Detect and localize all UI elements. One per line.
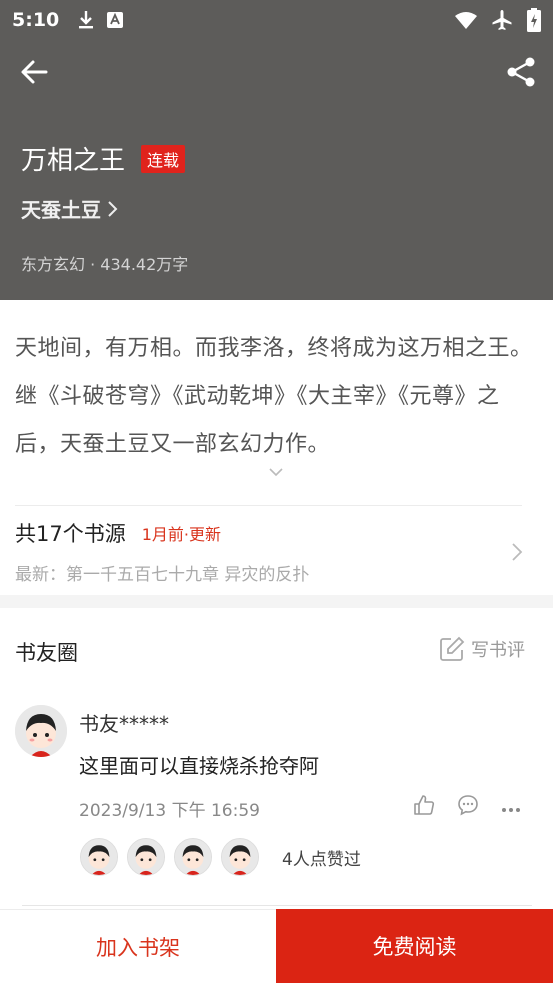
divider <box>15 505 522 506</box>
status-time: 5:10 <box>12 9 60 31</box>
sources-updated: 1月前·更新 <box>141 525 222 544</box>
more-dots-icon <box>502 807 520 812</box>
liker-avatar <box>127 838 165 876</box>
comment-username: 书友***** <box>79 712 169 736</box>
chevron-down-icon <box>269 468 283 477</box>
share-icon <box>507 57 535 87</box>
write-review-button[interactable]: 写书评 <box>439 636 525 662</box>
reader-circle-title: 书友圈 <box>15 641 78 665</box>
back-arrow-icon <box>21 60 48 84</box>
reply-button[interactable] <box>457 794 479 820</box>
wifi-icon <box>455 11 477 29</box>
comment-text: 这里面可以直接烧杀抢夺阿 <box>79 754 319 778</box>
title-row: 万相之王 连载 <box>21 140 186 177</box>
battery-charging-icon <box>527 8 541 32</box>
expand-synopsis-button[interactable] <box>268 462 284 481</box>
bottom-action-bar: 加入书架 免费阅读 <box>0 909 553 983</box>
book-meta: 东方玄幻 · 434.42万字 <box>21 251 188 275</box>
serial-status-badge: 连载 <box>141 144 186 173</box>
chevron-right-icon <box>512 543 523 561</box>
avatar-girl-icon <box>128 839 164 875</box>
book-synopsis: 天地间，有万相。而我李洛，终将成为这万相之王。继《斗破苍穹》《武动乾坤》《大主宰… <box>15 336 533 457</box>
chevron-right-icon <box>108 200 118 217</box>
write-review-label: 写书评 <box>471 640 525 661</box>
avatar-girl-icon <box>175 839 211 875</box>
download-icon <box>77 10 95 30</box>
like-button[interactable] <box>413 794 435 820</box>
app-notification-icon <box>107 12 124 28</box>
likes-count-label: 4人点赞过 <box>282 849 361 870</box>
avatar-girl-icon <box>81 839 117 875</box>
book-word-count: 434.42万字 <box>100 255 189 274</box>
book-header: 5:10 万相之王 连载 天蚕土豆 东方玄幻 · 434.42万字 <box>0 0 553 300</box>
comment-actions <box>413 794 521 820</box>
book-title: 万相之王 <box>21 146 126 176</box>
edit-icon <box>440 636 465 661</box>
share-button[interactable] <box>503 54 539 90</box>
status-bar: 5:10 <box>0 0 553 40</box>
more-options-button[interactable] <box>501 798 521 817</box>
avatar[interactable] <box>15 705 67 757</box>
free-read-button[interactable]: 免费阅读 <box>276 909 553 983</box>
liker-avatar <box>221 838 259 876</box>
author-link[interactable]: 天蚕土豆 <box>21 194 119 223</box>
meta-separator: · <box>90 255 96 274</box>
thumbs-up-icon <box>414 795 435 815</box>
avatar-girl-icon <box>222 839 258 875</box>
book-sources-row[interactable]: 共17个书源 1月前·更新 最新：第一千五百七十九章 异灾的反扑 <box>15 518 535 588</box>
book-genre: 东方玄幻 <box>21 255 86 274</box>
likers-row[interactable]: 4人点赞过 <box>80 838 361 876</box>
author-name: 天蚕土豆 <box>21 198 101 222</box>
comment-timestamp: 2023/9/13 下午 16:59 <box>79 801 260 821</box>
section-gap <box>0 595 553 608</box>
add-to-shelf-button[interactable]: 加入书架 <box>0 909 276 983</box>
divider <box>22 905 532 906</box>
liker-avatar <box>80 838 118 876</box>
liker-avatar <box>174 838 212 876</box>
latest-chapter: 最新：第一千五百七十九章 异灾的反扑 <box>15 565 310 585</box>
comment-bubble-icon <box>458 795 478 816</box>
back-button[interactable] <box>16 54 52 90</box>
sources-count: 共17个书源 <box>15 522 126 546</box>
airplane-mode-icon <box>491 9 513 31</box>
avatar-girl-icon <box>15 705 67 757</box>
